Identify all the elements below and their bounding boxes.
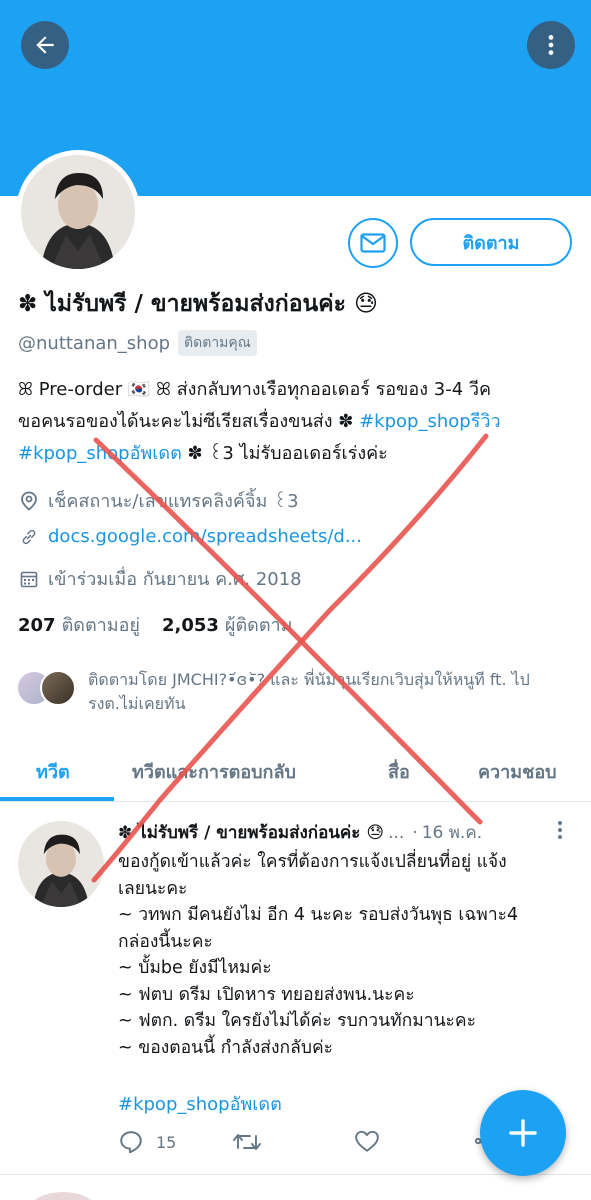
follow-counts: 207 ติดตามอยู่ 2,053 ผู้ติดตาม (18, 610, 293, 639)
followed-by-row[interactable]: ติดตามโดย JMCHI?•᷄ɞ•᷅? และ พี่นัมจุนเรีย… (16, 668, 578, 716)
tweet-line: ~ วทพก มีคนยังไม่ อีก 4 นะคะ รอบส่งวันพุ… (118, 905, 519, 925)
link-icon (22, 529, 36, 544)
location-pin-icon (21, 491, 37, 511)
more-options-button[interactable] (527, 21, 575, 69)
active-tab-indicator (0, 797, 114, 801)
profile-tabs: ทวีต ทวีตและการตอบกลับ สื่อ ความชอบ (0, 740, 591, 802)
bio-line: ขอคนรอของได้นะคะไม่ซีเรียสเรื่องขนส่ง ✽ … (18, 411, 501, 432)
follows-you-badge: ติดตามคุณ (178, 330, 257, 356)
follow-button[interactable]: ติดตาม (410, 218, 572, 266)
comment-icon (120, 1131, 142, 1154)
handle-row: @nuttanan_shop ติดตามคุณ (18, 330, 257, 356)
profile-location: เช็คสถานะ/เลขแทรคลิงค์จิ้ม ꒰3 (48, 491, 299, 512)
location-row: เช็คสถานะ/เลขแทรคลิงค์จิ้ม ꒰3 (20, 486, 299, 515)
retweet-button[interactable] (232, 1129, 262, 1155)
tweet-author-name[interactable]: ✽ ไม่รับพรี / ขายพร้อมส่งก่อนค่ะ 😓 (118, 819, 384, 846)
profile-joined-date: เข้าร่วมเมื่อ กันยายน ค.ศ. 2018 (48, 569, 302, 590)
followed-by-text: ติดตามโดย JMCHI?•᷄ɞ•᷅? และ พี่นัมจุนเรีย… (88, 670, 530, 713)
tweet-separator: · (412, 822, 418, 843)
joined-row: เข้าร่วมเมื่อ กันยายน ค.ศ. 2018 (20, 564, 302, 593)
envelope-icon (360, 233, 386, 253)
avatar (28, 1192, 98, 1200)
bio-hashtag-review[interactable]: #kpop_shopรีวิว (359, 411, 500, 432)
tab-media[interactable]: สื่อ (388, 740, 410, 802)
tweet-menu-button[interactable] (552, 819, 568, 845)
profile-handle: @nuttanan_shop (18, 332, 171, 354)
vertical-dots-icon (548, 35, 554, 55)
tweet-hashtag[interactable]: #kpop_shopอัพเดต (118, 1089, 282, 1118)
retweet-icon (233, 1134, 261, 1150)
tab-tweets-and-replies[interactable]: ทวีตและการตอบกลับ (132, 740, 296, 802)
tweet-text: ของกู้ดเข้าแล้วค่ะ ใครที่ต้องการแจ้งเปลี… (118, 849, 578, 1061)
tweet-line: กล่องนี้นะคะ (118, 931, 213, 952)
arrow-left-icon (36, 36, 54, 54)
next-tweet-preview[interactable] (0, 1176, 591, 1200)
tweet-date[interactable]: 16 พ.ค. (422, 819, 482, 846)
vertical-dots-icon (558, 821, 562, 839)
bio-hashtag-update[interactable]: #kpop_shopอัพเดต (18, 443, 182, 464)
tweet-author-avatar[interactable] (18, 821, 104, 907)
bio-line: #kpop_shopอัพเดต ✽ ꒰3 ไม่รับออเดอร์เร่งค… (18, 443, 388, 464)
message-button[interactable] (348, 218, 398, 268)
tweet-ellipsis: ... (388, 822, 405, 843)
bio-line: ꕤ Pre-order 🇰🇷 ꕤ ส่งกลับทางเรือทุกออเดอร… (18, 379, 492, 400)
website-row: docs.google.com/spreadsheets/d... (20, 526, 362, 547)
tweet-line: ~ บั้มbe ยังมีไหมค่ะ (118, 958, 272, 978)
tweet-line: ~ ของตอนนี้ กำลังส่งกลับค่ะ (118, 1037, 334, 1058)
tweet-header: ✽ ไม่รับพรี / ขายพร้อมส่งก่อนค่ะ 😓 ... ·… (118, 819, 574, 846)
tweet-line: เลยนะคะ (118, 878, 188, 899)
tab-likes[interactable]: ความชอบ (478, 740, 557, 802)
back-button[interactable] (21, 21, 69, 69)
profile-bio: ꕤ Pre-order 🇰🇷 ꕤ ส่งกลับทางเรือทุกออเดอร… (18, 374, 578, 470)
profile-display-name: ✽ ไม่รับพรี / ขายพร้อมส่งก่อนค่ะ 😓 (18, 291, 378, 317)
avatar (40, 670, 76, 706)
compose-tweet-button[interactable] (480, 1090, 566, 1176)
reply-button[interactable]: 15 (118, 1129, 176, 1155)
following-count-link[interactable]: 207 ติดตามอยู่ (18, 610, 140, 639)
tab-tweets[interactable]: ทวีต (36, 740, 70, 802)
plus-icon (509, 1119, 537, 1147)
heart-icon (355, 1130, 379, 1152)
reply-count: 15 (156, 1132, 177, 1152)
followers-count-link[interactable]: 2,053 ผู้ติดตาม (162, 610, 293, 639)
tweet-line: ~ ฟตบ ดรีม เปิดหาร ทยอยส่งพน.นะคะ (118, 984, 415, 1005)
tweet-line: ~ ฟตก. ดรีม ใครยังไม่ได้ค่ะ รบกวนทักมานะ… (118, 1011, 477, 1031)
calendar-icon (20, 571, 38, 587)
profile-avatar[interactable] (16, 150, 140, 274)
profile-website-link[interactable]: docs.google.com/spreadsheets/d... (48, 526, 362, 547)
tweet-line: ของกู้ดเข้าแล้วค่ะ ใครที่ต้องการแจ้งเปลี… (118, 852, 507, 872)
like-button[interactable] (354, 1129, 380, 1153)
mutual-avatars (16, 668, 78, 708)
